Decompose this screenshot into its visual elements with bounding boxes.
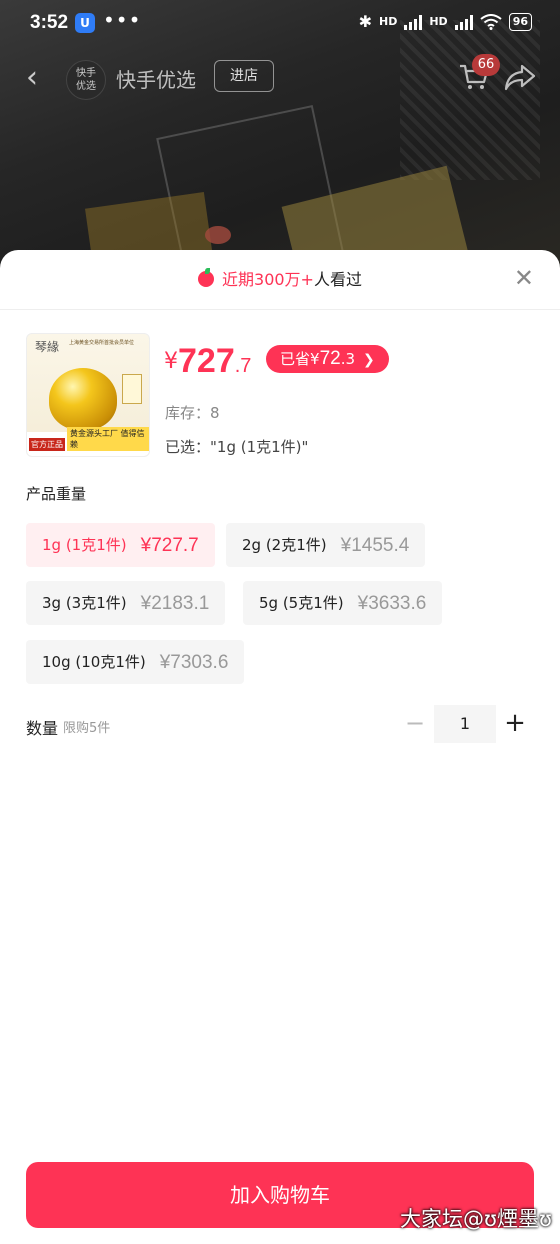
increase-quantity-button[interactable]: + [504, 706, 526, 740]
product-thumbnail[interactable]: 琴緣 上海黄金交易所首批会员单位 官方正品 黄金源头工厂 值得信赖 [26, 333, 150, 457]
option-1g[interactable]: 1g (1克1件) ¥727.7 [26, 523, 215, 567]
price-currency: ¥ [164, 349, 178, 374]
savings-badge[interactable]: 已省¥72.3 ❯ [266, 345, 389, 373]
sheet-header: 近期300万+人看过 ✕ [0, 250, 560, 310]
price-integer: 727 [178, 342, 235, 380]
option-price: ¥727.7 [140, 535, 199, 556]
signal-icon [404, 14, 423, 30]
savings-currency: ¥ [310, 350, 320, 368]
price: ¥727.7 [164, 342, 251, 381]
views-suffix: 人看过 [313, 270, 362, 289]
option-10g[interactable]: 10g (10克1件) ¥7303.6 [26, 640, 245, 684]
option-3g[interactable]: 3g (3克1件) ¥2183.1 [26, 581, 226, 625]
vial-image [122, 374, 142, 404]
purchase-limit: 限购5件 [63, 721, 111, 736]
status-time: 3:52 [30, 12, 69, 33]
status-icons: ✱ HD HD 96 [359, 12, 532, 31]
option-label: 3g (3克1件) [42, 594, 127, 612]
savings-decimal: .3 [340, 350, 356, 368]
thumb-official-tag: 官方正品 [29, 438, 65, 451]
savings-integer: 72 [319, 348, 341, 369]
shop-logo-line: 快手 [76, 68, 96, 79]
thumb-brand: 琴緣 [35, 340, 60, 354]
quantity-input[interactable]: 1 [434, 705, 496, 743]
option-label: 10g (10克1件) [42, 653, 146, 671]
share-icon[interactable] [504, 62, 536, 92]
sku-selector-sheet: 近期300万+人看过 ✕ 琴緣 上海黄金交易所首批会员单位 官方正品 黄金源头工… [0, 250, 560, 1244]
quantity-label: 数量 [26, 719, 59, 738]
option-price: ¥1455.4 [340, 535, 410, 556]
signal-icon [454, 14, 473, 30]
bg-shape [205, 226, 231, 244]
cart-count-badge: 66 [472, 54, 500, 76]
thumb-slogan: 黄金源头工厂 值得信赖 [67, 427, 149, 451]
option-label: 1g (1克1件) [42, 536, 127, 554]
option-price: ¥7303.6 [159, 652, 229, 673]
back-icon[interactable]: ‹ [26, 60, 38, 95]
enter-shop-button[interactable]: 进店 [214, 60, 274, 92]
gold-bead-image [49, 368, 117, 430]
forum-watermark: 大家坛@ʊ煙墨ʊ [400, 1207, 552, 1231]
app-notification-icon: U [75, 13, 95, 33]
option-price: ¥3633.6 [357, 593, 427, 614]
stock-text: 库存：8 [165, 404, 220, 422]
shop-logo[interactable]: 快手 优选 [66, 60, 106, 100]
wifi-icon [480, 13, 502, 30]
price-decimal: .7 [234, 355, 252, 377]
shop-name[interactable]: 快手优选 [116, 64, 196, 93]
option-price: ¥2183.1 [140, 593, 210, 614]
battery-icon: 96 [508, 12, 532, 31]
fire-icon [198, 268, 215, 287]
decrease-quantity-button[interactable]: − [404, 708, 426, 738]
more-notifications-icon: ••• [103, 8, 142, 32]
option-label: 5g (5克1件) [259, 594, 344, 612]
hd-label: HD [429, 15, 448, 28]
selected-text: 已选："1g (1克1件)" [165, 438, 309, 456]
close-icon[interactable]: ✕ [514, 266, 534, 290]
views-banner: 近期300万+人看过 [0, 266, 560, 290]
option-label: 2g (2克1件) [242, 536, 327, 554]
top-nav-bar: ‹ 快手 优选 快手优选 进店 66 [0, 52, 560, 102]
hd-label: HD [379, 15, 398, 28]
option-5g[interactable]: 5g (5克1件) ¥3633.6 [243, 581, 443, 625]
bluetooth-icon: ✱ [358, 12, 372, 31]
chevron-right-icon: ❯ [363, 352, 375, 368]
option-2g[interactable]: 2g (2克1件) ¥1455.4 [226, 523, 426, 567]
views-count: 近期300万+ [222, 270, 314, 289]
status-bar: 3:52 U ••• ✱ HD HD 96 [0, 0, 560, 48]
savings-label: 已省 [280, 350, 311, 368]
shop-logo-line: 优选 [76, 81, 96, 92]
attribute-title: 产品重量 [26, 485, 87, 503]
thumb-caption: 上海黄金交易所首批会员单位 [69, 340, 135, 346]
